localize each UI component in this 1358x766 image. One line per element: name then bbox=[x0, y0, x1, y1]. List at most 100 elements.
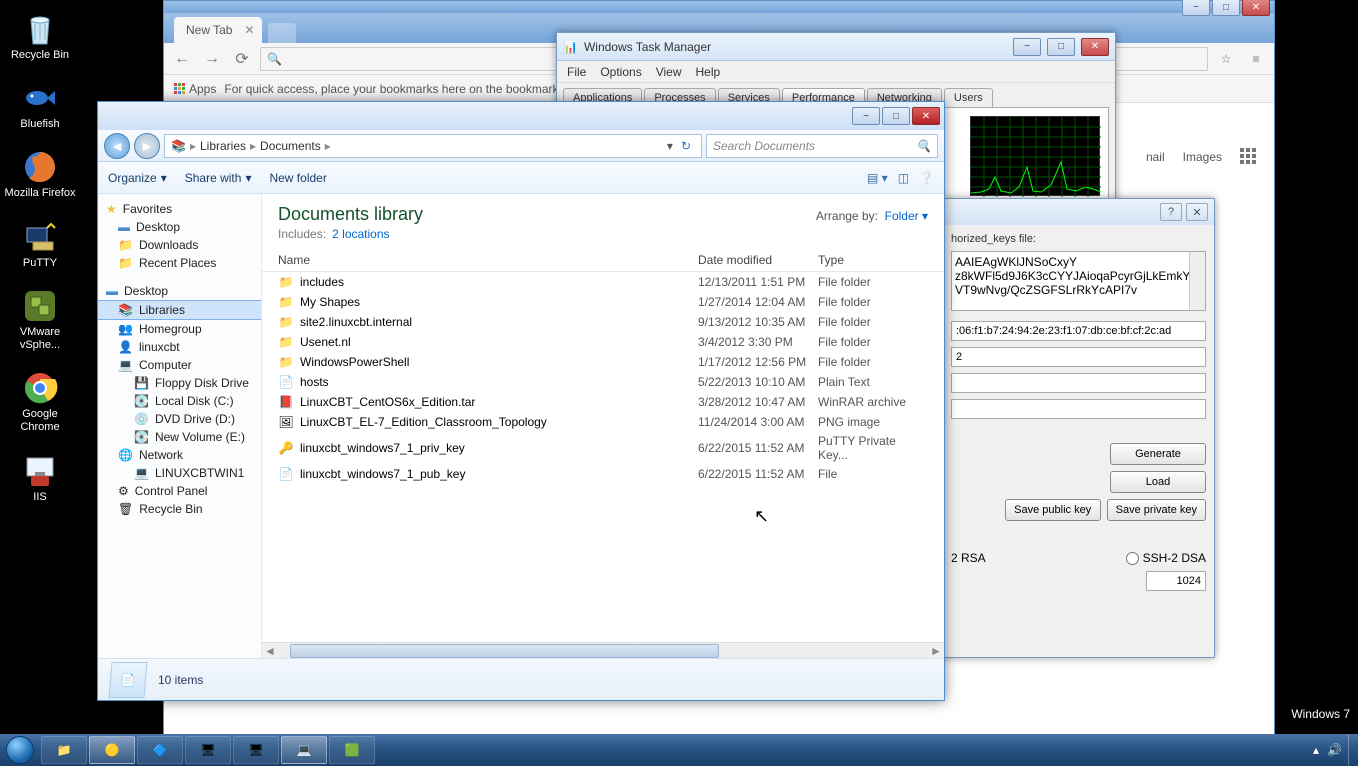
gmail-link[interactable]: nail bbox=[1146, 150, 1165, 164]
chrome-title-bar[interactable]: − □ ✕ bbox=[164, 1, 1274, 13]
arrange-by[interactable]: Arrange by: Folder ▾ bbox=[816, 209, 928, 223]
nav-dvd[interactable]: 💿DVD Drive (D:) bbox=[98, 410, 261, 428]
breadcrumb-documents[interactable]: Documents bbox=[260, 139, 321, 153]
nav-libraries[interactable]: 📚Libraries bbox=[98, 300, 261, 320]
load-button[interactable]: Load bbox=[1110, 471, 1206, 493]
file-row[interactable]: 📁Usenet.nl3/4/2012 3:30 PMFile folder bbox=[262, 332, 944, 352]
nav-computer[interactable]: 💻Computer bbox=[98, 356, 261, 374]
comment-field[interactable] bbox=[951, 347, 1206, 367]
forward-button[interactable]: ► bbox=[134, 133, 160, 159]
ssh2-rsa-radio[interactable]: 2 RSA bbox=[951, 551, 986, 565]
taskbar-app2[interactable]: 🖥 bbox=[185, 736, 231, 764]
close-button[interactable]: ✕ bbox=[1186, 203, 1208, 221]
menu-options[interactable]: Options bbox=[600, 65, 641, 79]
file-row[interactable]: 📕LinuxCBT_CentOS6x_Edition.tar3/28/2012 … bbox=[262, 392, 944, 412]
close-button[interactable]: ✕ bbox=[1081, 38, 1109, 56]
new-folder-button[interactable]: New folder bbox=[269, 171, 326, 185]
share-with-button[interactable]: Share with ▾ bbox=[185, 171, 252, 185]
file-row[interactable]: 📁WindowsPowerShell1/17/2012 12:56 PMFile… bbox=[262, 352, 944, 372]
nav-favorites[interactable]: ★Favorites bbox=[98, 200, 261, 218]
file-row[interactable]: 📄hosts5/22/2013 10:10 AMPlain Text bbox=[262, 372, 944, 392]
menu-view[interactable]: View bbox=[656, 65, 682, 79]
close-button[interactable]: ✕ bbox=[912, 107, 940, 125]
public-key-textarea[interactable]: AAIEAgWKlJNSoCxyY z8kWFl5d9J6K3cCYYJAioq… bbox=[951, 251, 1206, 311]
tab-users[interactable]: Users bbox=[944, 88, 993, 107]
col-name[interactable]: Name bbox=[278, 253, 698, 267]
start-button[interactable] bbox=[0, 734, 40, 766]
google-apps-icon[interactable] bbox=[1240, 148, 1258, 166]
desktop-icon-firefox[interactable]: Mozilla Firefox bbox=[0, 143, 80, 204]
taskbar-explorer[interactable]: 📁 bbox=[41, 736, 87, 764]
task-manager-title-bar[interactable]: 📊 Windows Task Manager − □ ✕ bbox=[557, 33, 1115, 61]
desktop-icon-bluefish[interactable]: Bluefish bbox=[0, 74, 80, 135]
nav-recyclebin[interactable]: 🗑Recycle Bin bbox=[98, 500, 261, 518]
file-row[interactable]: 🖼LinuxCBT_EL-7_Edition_Classroom_Topolog… bbox=[262, 412, 944, 432]
back-button[interactable]: ← bbox=[170, 47, 194, 71]
maximize-button[interactable]: □ bbox=[1212, 0, 1240, 16]
close-button[interactable]: ✕ bbox=[1242, 0, 1270, 16]
dropdown-icon[interactable]: ▾ bbox=[667, 139, 673, 153]
minimize-button[interactable]: − bbox=[1182, 0, 1210, 16]
taskbar-chrome[interactable]: 🟡 bbox=[89, 736, 135, 764]
maximize-button[interactable]: □ bbox=[882, 107, 910, 125]
save-public-key-button[interactable]: Save public key bbox=[1005, 499, 1101, 521]
search-box[interactable]: Search Documents 🔍 bbox=[706, 134, 938, 158]
desktop-icon-chrome[interactable]: Google Chrome bbox=[0, 364, 80, 438]
key-bits-field[interactable] bbox=[1146, 571, 1206, 591]
file-row[interactable]: 📄linuxcbt_windows7_1_pub_key6/22/2015 11… bbox=[262, 464, 944, 484]
confirm-passphrase-field[interactable] bbox=[951, 399, 1206, 419]
help-button[interactable]: ? bbox=[1160, 203, 1182, 221]
puttygen-title-bar[interactable]: ? ✕ bbox=[943, 199, 1214, 225]
fingerprint-field[interactable] bbox=[951, 321, 1206, 341]
refresh-icon[interactable]: ↻ bbox=[677, 139, 695, 153]
maximize-button[interactable]: □ bbox=[1047, 38, 1075, 56]
file-row[interactable]: 📁site2.linuxcbt.internal9/13/2012 10:35 … bbox=[262, 312, 944, 332]
file-row[interactable]: 📁My Shapes1/27/2014 12:04 AMFile folder bbox=[262, 292, 944, 312]
nav-network-host[interactable]: 💻LINUXCBTWIN1 bbox=[98, 464, 261, 482]
nav-localdisk[interactable]: 💽Local Disk (C:) bbox=[98, 392, 261, 410]
apps-shortcut[interactable]: Apps bbox=[174, 82, 216, 96]
forward-button[interactable]: → bbox=[200, 47, 224, 71]
bookmark-star-icon[interactable]: ☆ bbox=[1214, 47, 1238, 71]
organize-button[interactable]: Organize ▾ bbox=[108, 171, 167, 185]
nav-desktop-root[interactable]: ▬Desktop bbox=[98, 282, 261, 300]
menu-file[interactable]: File bbox=[567, 65, 586, 79]
nav-floppy[interactable]: 💾Floppy Disk Drive bbox=[98, 374, 261, 392]
desktop-icon-recycle-bin[interactable]: Recycle Bin bbox=[0, 5, 80, 66]
new-tab-button[interactable] bbox=[268, 23, 296, 43]
minimize-button[interactable]: − bbox=[852, 107, 880, 125]
nav-desktop[interactable]: ▬Desktop bbox=[98, 218, 261, 236]
nav-network[interactable]: 🌐Network bbox=[98, 446, 261, 464]
breadcrumb-bar[interactable]: 📚 ▸ Libraries ▸ Documents ▸ ▾ ↻ bbox=[164, 134, 702, 158]
reload-button[interactable]: ⟳ bbox=[230, 47, 254, 71]
taskbar-app1[interactable]: 🔷 bbox=[137, 736, 183, 764]
ssh2-dsa-radio[interactable]: SSH-2 DSA bbox=[1126, 551, 1206, 565]
nav-user[interactable]: 👤linuxcbt bbox=[98, 338, 261, 356]
breadcrumb-libraries[interactable]: Libraries bbox=[200, 139, 246, 153]
tab-close-icon[interactable]: ✕ bbox=[244, 23, 254, 37]
taskbar-app3[interactable]: 🖥 bbox=[233, 736, 279, 764]
back-button[interactable]: ◄ bbox=[104, 133, 130, 159]
nav-controlpanel[interactable]: ⚙Control Panel bbox=[98, 482, 261, 500]
generate-button[interactable]: Generate bbox=[1110, 443, 1206, 465]
minimize-button[interactable]: − bbox=[1013, 38, 1041, 56]
preview-pane-button[interactable]: ◫ bbox=[898, 171, 909, 185]
taskbar-app4[interactable]: 💻 bbox=[281, 736, 327, 764]
desktop-icon-putty[interactable]: PuTTY bbox=[0, 213, 80, 274]
show-desktop-button[interactable] bbox=[1348, 734, 1358, 766]
nav-newvol[interactable]: 💽New Volume (E:) bbox=[98, 428, 261, 446]
nav-downloads[interactable]: 📁Downloads bbox=[98, 236, 261, 254]
chrome-menu-button[interactable]: ≡ bbox=[1244, 47, 1268, 71]
col-type[interactable]: Type bbox=[818, 253, 928, 267]
tray-icon[interactable]: 🔊 bbox=[1327, 743, 1342, 757]
save-private-key-button[interactable]: Save private key bbox=[1107, 499, 1206, 521]
col-date[interactable]: Date modified bbox=[698, 253, 818, 267]
desktop-icon-iis[interactable]: IIS bbox=[0, 447, 80, 508]
browser-tab[interactable]: New Tab ✕ bbox=[174, 17, 262, 43]
scrollbar[interactable] bbox=[1189, 252, 1205, 310]
view-options-button[interactable]: ▤ ▾ bbox=[867, 171, 888, 185]
tray-arrow-icon[interactable]: ▴ bbox=[1313, 743, 1319, 757]
nav-recent[interactable]: 📁Recent Places bbox=[98, 254, 261, 272]
file-row[interactable]: 🔑linuxcbt_windows7_1_priv_key6/22/2015 1… bbox=[262, 432, 944, 464]
nav-homegroup[interactable]: 👥Homegroup bbox=[98, 320, 261, 338]
